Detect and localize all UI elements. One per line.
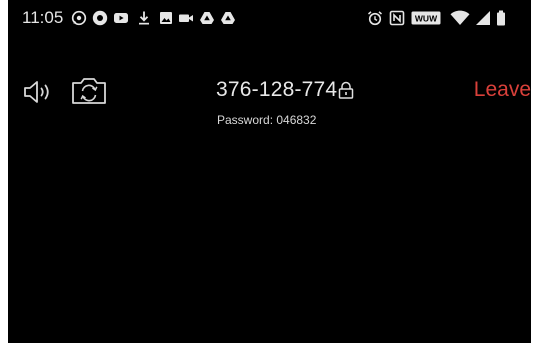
meeting-password: Password: 046832 — [217, 113, 317, 127]
record-icon — [92, 10, 108, 26]
speaker-icon — [24, 81, 49, 103]
drive-icon — [199, 10, 215, 26]
status-time: 11:05 — [22, 8, 64, 27]
nfc-icon — [389, 10, 405, 26]
status-bar: 11:05 WUW — [8, 0, 531, 40]
wifi-icon — [450, 10, 470, 26]
meeting-screen: 11:05 WUW 376-128-774 Password: 046832 L… — [8, 0, 531, 343]
switch-camera-button[interactable] — [70, 76, 108, 106]
lock-icon — [338, 81, 354, 99]
alarm-icon — [367, 10, 383, 26]
switch-camera-icon — [72, 78, 106, 104]
video-camera-icon — [178, 10, 194, 26]
youtube-icon — [113, 10, 129, 26]
wuw-badge-icon: WUW — [411, 11, 441, 25]
drive-icon — [220, 10, 236, 26]
meeting-id: 376-128-774 — [216, 78, 338, 101]
gallery-icon — [158, 10, 174, 26]
signal-icon — [475, 10, 491, 26]
download-icon — [136, 10, 152, 26]
wuw-badge-text: WUW — [415, 14, 438, 24]
leave-button[interactable]: Leave — [474, 78, 531, 102]
whatsapp-icon — [71, 10, 87, 26]
battery-icon — [496, 10, 506, 26]
speaker-button[interactable] — [22, 78, 56, 106]
